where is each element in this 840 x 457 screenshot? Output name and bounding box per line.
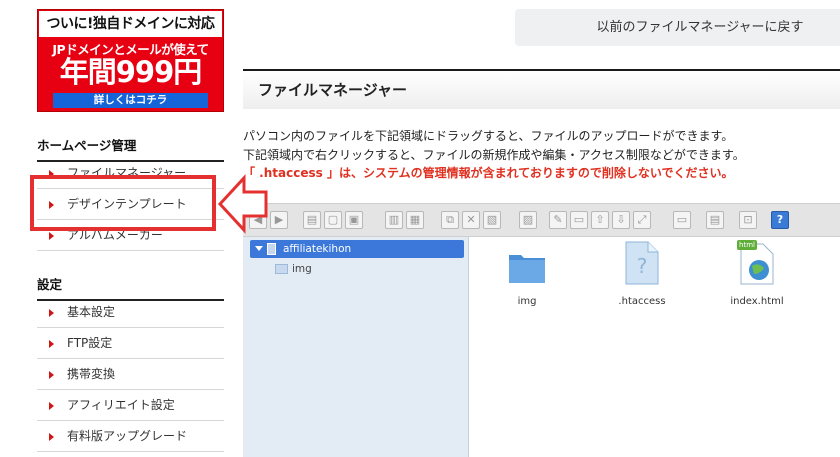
triangle-icon [49, 340, 54, 348]
highlight-box [30, 175, 216, 231]
unknown-file-icon: ? [625, 241, 659, 285]
folder-icon [275, 264, 288, 274]
sidebar-item-label: アフィリエイト設定 [67, 398, 175, 412]
description-line-2: 下記領域内で右クリックすると、ファイルの新規作成や編集・アクセス制限などができま… [243, 148, 745, 162]
sidebar-item-paid-upgrade[interactable]: 有料版アップグレード [37, 421, 224, 452]
sidebar-item-label: 有料版アップグレード [67, 429, 188, 443]
folder-icon [509, 255, 545, 283]
page-title: ファイルマネージャー [243, 69, 840, 109]
new-file-icon[interactable]: ▢ [324, 211, 342, 229]
sidebar-item-label: FTP設定 [67, 336, 113, 350]
server-icon [267, 243, 276, 255]
sidebar-item-ftp-settings[interactable]: FTP設定 [37, 328, 224, 359]
upload-icon[interactable]: ⇧ [591, 211, 609, 229]
resize-icon[interactable]: ⤢ [633, 211, 651, 229]
forward-icon[interactable]: ▶ [270, 211, 288, 229]
tree-item-label: img [292, 263, 312, 275]
file-name: index.html [730, 296, 784, 307]
triangle-icon [49, 371, 54, 379]
lock-icon[interactable]: ⊡ [739, 211, 757, 229]
tree-root-item[interactable]: affiliatekihon [250, 240, 464, 258]
sidebar-item-label: 携帯変換 [67, 367, 116, 381]
list-view-icon[interactable]: ▭ [673, 211, 691, 229]
description-line-1: パソコン内のファイルを下記領域にドラッグすると、ファイルのアップロードができます… [243, 129, 734, 143]
banner-details-button[interactable]: 詳しくはコチラ [53, 93, 208, 108]
triangle-icon [49, 309, 54, 317]
tree-root-label: affiliatekihon [283, 243, 352, 255]
tree-item-img[interactable]: img [275, 262, 312, 276]
rename-icon[interactable]: ▨ [519, 211, 537, 229]
sidebar-item-affiliate-settings[interactable]: アフィリエイト設定 [37, 390, 224, 421]
triangle-icon [49, 433, 54, 441]
promo-banner[interactable]: ついに!独自ドメインに対応 JPドメインとメールが使えて 年間999円 詳しくは… [37, 9, 224, 112]
return-old-file-manager-button[interactable]: 以前のファイルマネージャーに戻す [515, 9, 840, 46]
paste-icon[interactable]: ▧ [483, 211, 501, 229]
new-folder-icon[interactable]: ▤ [303, 211, 321, 229]
edit-icon[interactable]: ✎ [549, 211, 567, 229]
permissions-icon[interactable]: ▤ [706, 211, 724, 229]
caret-down-icon[interactable] [255, 246, 263, 251]
open-icon[interactable]: ▥ [385, 211, 403, 229]
disk-icon[interactable]: ▦ [406, 211, 424, 229]
help-icon[interactable]: ? [771, 211, 789, 229]
triangle-icon [49, 232, 54, 240]
html-badge: html [739, 241, 755, 249]
banner-headline: ついに!独自ドメインに対応 [39, 11, 222, 37]
file-name: img [517, 296, 537, 307]
triangle-icon [49, 402, 54, 410]
svg-text:?: ? [637, 254, 648, 278]
file-toolbar: ◀ ▶ ▤ ▢ ▣ ▥ ▦ ⧉ ✕ ▧ ▨ ✎ ▭ ⇧ ⇩ ⤢ ▭ ▤ ⊡ ? [243, 203, 840, 237]
sidebar-item-basic-settings[interactable]: 基本設定 [37, 297, 224, 328]
file-name: .htaccess [618, 296, 666, 307]
left-arrow-annotation-icon [217, 174, 268, 234]
sidebar-item-mobile-conversion[interactable]: 携帯変換 [37, 359, 224, 390]
cut-icon[interactable]: ✕ [462, 211, 480, 229]
sidebar-item-label: 基本設定 [67, 305, 116, 319]
save-icon[interactable]: ▣ [345, 211, 363, 229]
banner-price: 年間999円 [59, 55, 203, 89]
copy-icon[interactable]: ⧉ [441, 211, 459, 229]
folder-tree: affiliatekihon img [243, 237, 469, 457]
htaccess-warning: 「 .htaccess 」は、システムの管理情報が含まれておりますので削除しない… [243, 166, 734, 180]
download-icon[interactable]: ⇩ [612, 211, 630, 229]
info-icon[interactable]: ▭ [570, 211, 588, 229]
